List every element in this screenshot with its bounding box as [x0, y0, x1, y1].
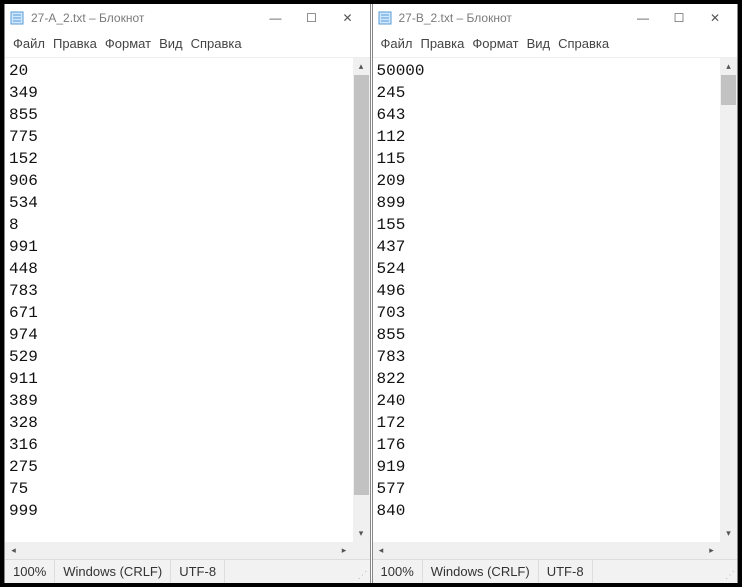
scroll-right-icon[interactable]: ▸ — [336, 545, 353, 556]
text-content-right[interactable]: 50000 245 643 112 115 209 899 155 437 52… — [373, 58, 721, 542]
titlebar-left[interactable]: 27-A_2.txt – Блокнот — ☐ ✕ — [5, 4, 370, 32]
scroll-left-icon[interactable]: ◂ — [373, 545, 390, 556]
maximize-button[interactable]: ☐ — [669, 11, 689, 25]
status-eol: Windows (CRLF) — [423, 560, 539, 583]
scroll-corner — [720, 542, 737, 559]
menu-view[interactable]: Вид — [159, 36, 183, 51]
menu-help[interactable]: Справка — [191, 36, 242, 51]
window-title: 27-B_2.txt – Блокнот — [399, 11, 634, 25]
menu-file[interactable]: Файл — [381, 36, 413, 51]
status-encoding: UTF-8 — [539, 560, 593, 583]
notepad-left: 27-A_2.txt – Блокнот — ☐ ✕ Файл Правка Ф… — [4, 4, 371, 583]
minimize-button[interactable]: — — [633, 11, 653, 25]
vertical-scrollbar-right[interactable]: ▴ ▾ — [720, 58, 737, 542]
scroll-up-icon[interactable]: ▴ — [353, 58, 370, 75]
menu-view[interactable]: Вид — [527, 36, 551, 51]
menu-format[interactable]: Формат — [472, 36, 518, 51]
minimize-button[interactable]: — — [266, 11, 286, 25]
maximize-button[interactable]: ☐ — [302, 11, 322, 25]
menu-format[interactable]: Формат — [105, 36, 151, 51]
menubar-left: Файл Правка Формат Вид Справка — [5, 32, 370, 58]
window-title: 27-A_2.txt – Блокнот — [31, 11, 266, 25]
vertical-scrollbar-left[interactable]: ▴ ▾ — [353, 58, 370, 542]
close-button[interactable]: ✕ — [338, 11, 358, 25]
close-button[interactable]: ✕ — [705, 11, 725, 25]
statusbar-left: 100% Windows (CRLF) UTF-8 ⋰ — [5, 559, 370, 583]
scroll-corner — [353, 542, 370, 559]
menu-help[interactable]: Справка — [558, 36, 609, 51]
dual-notepad-container: 27-A_2.txt – Блокнот — ☐ ✕ Файл Правка Ф… — [4, 4, 738, 583]
resize-grip-icon[interactable]: ⋰ — [720, 560, 737, 583]
status-zoom: 100% — [5, 560, 55, 583]
notepad-right: 27-B_2.txt – Блокнот — ☐ ✕ Файл Правка Ф… — [372, 4, 739, 583]
scroll-right-icon[interactable]: ▸ — [703, 545, 720, 556]
scroll-left-icon[interactable]: ◂ — [5, 545, 22, 556]
statusbar-right: 100% Windows (CRLF) UTF-8 ⋰ — [373, 559, 738, 583]
scroll-down-icon[interactable]: ▾ — [720, 525, 737, 542]
status-eol: Windows (CRLF) — [55, 560, 171, 583]
scroll-up-icon[interactable]: ▴ — [720, 58, 737, 75]
scroll-thumb[interactable] — [721, 75, 736, 105]
horizontal-scrollbar-right[interactable]: ◂ ▸ — [373, 542, 721, 559]
menubar-right: Файл Правка Формат Вид Справка — [373, 32, 738, 58]
menu-edit[interactable]: Правка — [53, 36, 97, 51]
menu-edit[interactable]: Правка — [420, 36, 464, 51]
titlebar-right[interactable]: 27-B_2.txt – Блокнот — ☐ ✕ — [373, 4, 738, 32]
menu-file[interactable]: Файл — [13, 36, 45, 51]
scroll-down-icon[interactable]: ▾ — [353, 525, 370, 542]
scroll-thumb[interactable] — [354, 75, 369, 495]
notepad-icon — [9, 10, 25, 26]
notepad-icon — [377, 10, 393, 26]
text-content-left[interactable]: 20 349 855 775 152 906 534 8 991 448 783… — [5, 58, 353, 542]
status-encoding: UTF-8 — [171, 560, 225, 583]
status-zoom: 100% — [373, 560, 423, 583]
horizontal-scrollbar-left[interactable]: ◂ ▸ — [5, 542, 353, 559]
resize-grip-icon[interactable]: ⋰ — [353, 560, 370, 583]
